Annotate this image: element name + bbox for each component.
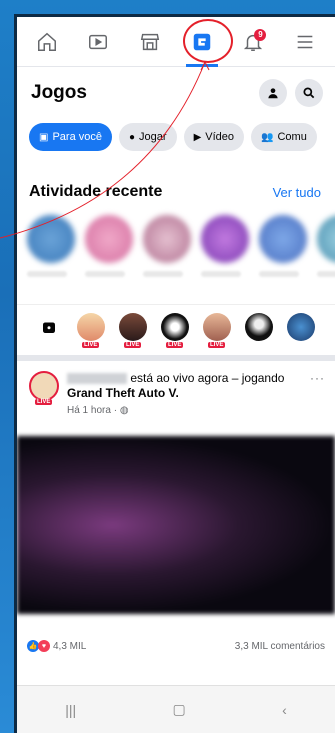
controller-icon [43, 322, 55, 333]
activity-carousel [17, 209, 335, 304]
love-icon: ♥ [38, 640, 50, 652]
chip-jogar[interactable]: ● Jogar [118, 123, 177, 151]
live-streamers-row: LIVE LIVE LIVE LIVE [17, 304, 335, 361]
activity-item[interactable] [317, 215, 335, 277]
activity-title: Atividade recente [29, 183, 163, 200]
post-header: LIVE está ao vivo agora – jogando Grand … [17, 361, 335, 422]
phone-screen: 9 Jogos ▣ Para você ● Jogar ▶ Vídeo 👥 Co… [14, 14, 335, 733]
activity-item[interactable] [201, 215, 249, 277]
reactions-bar: 👍 ♥ 4,3 MIL 3,3 MIL comentários [17, 614, 335, 660]
activity-item[interactable] [259, 215, 307, 277]
see-all-link[interactable]: Ver tudo [273, 185, 321, 200]
live-badge: LIVE [35, 399, 53, 405]
post-status: está ao vivo agora – jogando [130, 371, 285, 385]
post-meta: Há 1 hora · ◍ [67, 403, 302, 418]
streamer-avatar[interactable]: LIVE [77, 313, 107, 348]
activity-item[interactable] [143, 215, 191, 277]
menu-icon[interactable] [287, 24, 323, 60]
activity-item[interactable] [27, 215, 75, 277]
recents-icon[interactable]: ||| [65, 702, 76, 718]
home-button-icon[interactable]: ▢ [173, 701, 186, 718]
controller-icon: ● [128, 131, 136, 143]
activity-header: Atividade recente Ver tudo [17, 161, 335, 209]
live-badge: LIVE [82, 342, 100, 348]
android-nav-bar: ||| ▢ ‹ [17, 685, 335, 733]
home-icon[interactable] [29, 24, 65, 60]
live-badge: LIVE [208, 342, 226, 348]
more-options-icon[interactable]: ··· [310, 371, 325, 418]
page-header: Jogos [17, 67, 335, 113]
notifications-icon[interactable]: 9 [235, 24, 271, 60]
people-icon: 👥 [261, 131, 274, 143]
live-badge: LIVE [166, 342, 184, 348]
chip-para-voce[interactable]: ▣ Para você [29, 123, 112, 151]
notification-badge: 9 [254, 28, 267, 41]
post-author-avatar[interactable]: LIVE [29, 371, 59, 405]
game-title[interactable]: Grand Theft Auto V. [67, 386, 179, 400]
post-text: está ao vivo agora – jogando Grand Theft… [67, 371, 302, 418]
streamer-avatar[interactable] [287, 313, 317, 343]
search-button[interactable] [295, 79, 323, 107]
watch-icon[interactable] [80, 24, 116, 60]
comment-count[interactable]: 3,3 MIL comentários [235, 641, 325, 652]
streamer-avatar[interactable] [245, 313, 275, 343]
top-nav: 9 [17, 17, 335, 67]
person-icon [268, 88, 278, 99]
activity-item[interactable] [85, 215, 133, 277]
play-icon: ▶ [193, 131, 202, 143]
filter-chips: ▣ Para você ● Jogar ▶ Vídeo 👥 Comu [17, 113, 335, 161]
live-video-thumbnail[interactable] [17, 436, 335, 614]
marketplace-icon[interactable] [132, 24, 168, 60]
chip-comunidade[interactable]: 👥 Comu [251, 123, 317, 151]
streamer-avatar[interactable]: LIVE [161, 313, 191, 348]
reaction-summary[interactable]: 👍 ♥ 4,3 MIL [27, 640, 86, 652]
back-icon[interactable]: ‹ [282, 702, 287, 718]
reaction-count: 4,3 MIL [53, 640, 87, 652]
gaming-icon: ▣ [39, 131, 49, 143]
annotation-circle [183, 19, 233, 63]
globe-icon: ◍ [119, 405, 129, 416]
page-title: Jogos [31, 82, 87, 103]
author-name-redacted[interactable] [67, 373, 127, 385]
streamer-avatar[interactable] [35, 313, 65, 343]
search-icon [303, 87, 315, 99]
post-time: Há 1 hora · [67, 405, 120, 416]
live-badge: LIVE [124, 342, 142, 348]
streamer-avatar[interactable]: LIVE [203, 313, 233, 348]
chip-video[interactable]: ▶ Vídeo [183, 123, 245, 151]
profile-button[interactable] [259, 79, 287, 107]
streamer-avatar[interactable]: LIVE [119, 313, 149, 348]
